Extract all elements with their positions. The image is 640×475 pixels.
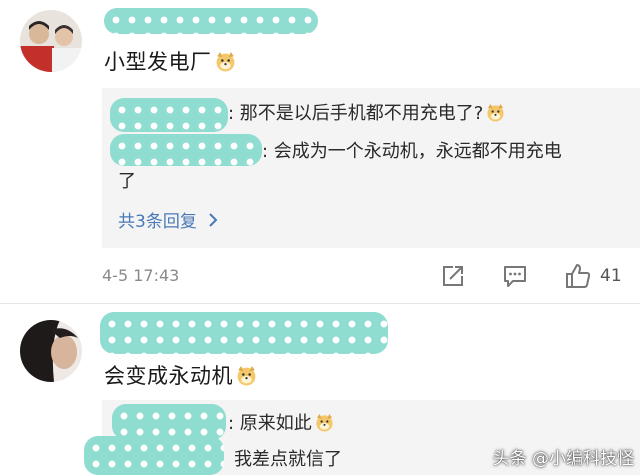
chevron-right-icon	[208, 212, 218, 232]
view-replies-link[interactable]: 共3条回复	[118, 207, 218, 232]
avatar[interactable]	[20, 10, 82, 72]
avatar-photo	[20, 320, 82, 382]
reply-username-masked[interactable]	[112, 404, 226, 440]
reply-text: : 会成为一个永动机，永远都不用充电	[262, 141, 562, 162]
like-icon[interactable]	[564, 262, 592, 294]
comment-text: 会变成永动机	[104, 360, 257, 390]
doge-emoji-icon	[487, 103, 504, 122]
watermark: 头条 @小编科技怪	[492, 449, 634, 469]
avatar[interactable]	[20, 320, 82, 382]
comment-time: 4-5 17:43	[102, 266, 180, 285]
reply-text: : 那不是以后手机都不用充电了?	[228, 100, 505, 128]
share-icon[interactable]	[440, 263, 466, 293]
comment-icon[interactable]	[502, 263, 528, 293]
reply-text-continued: 了	[118, 171, 136, 192]
comment-text: 小型发电厂	[104, 46, 236, 76]
divider	[0, 303, 640, 304]
reply-username-masked[interactable]	[84, 436, 224, 475]
reply-username-masked[interactable]	[110, 134, 262, 166]
reply-username-masked[interactable]	[110, 98, 228, 132]
reply-text: 我差点就信了	[234, 449, 342, 470]
doge-emoji-icon	[237, 366, 256, 386]
reply-text: : 原来如此	[228, 410, 334, 438]
doge-emoji-icon	[316, 413, 333, 432]
avatar-photo	[20, 10, 82, 72]
username-masked[interactable]	[104, 8, 318, 34]
doge-emoji-icon	[216, 52, 234, 72]
like-count: 41	[600, 266, 622, 286]
username-masked[interactable]	[100, 312, 388, 354]
